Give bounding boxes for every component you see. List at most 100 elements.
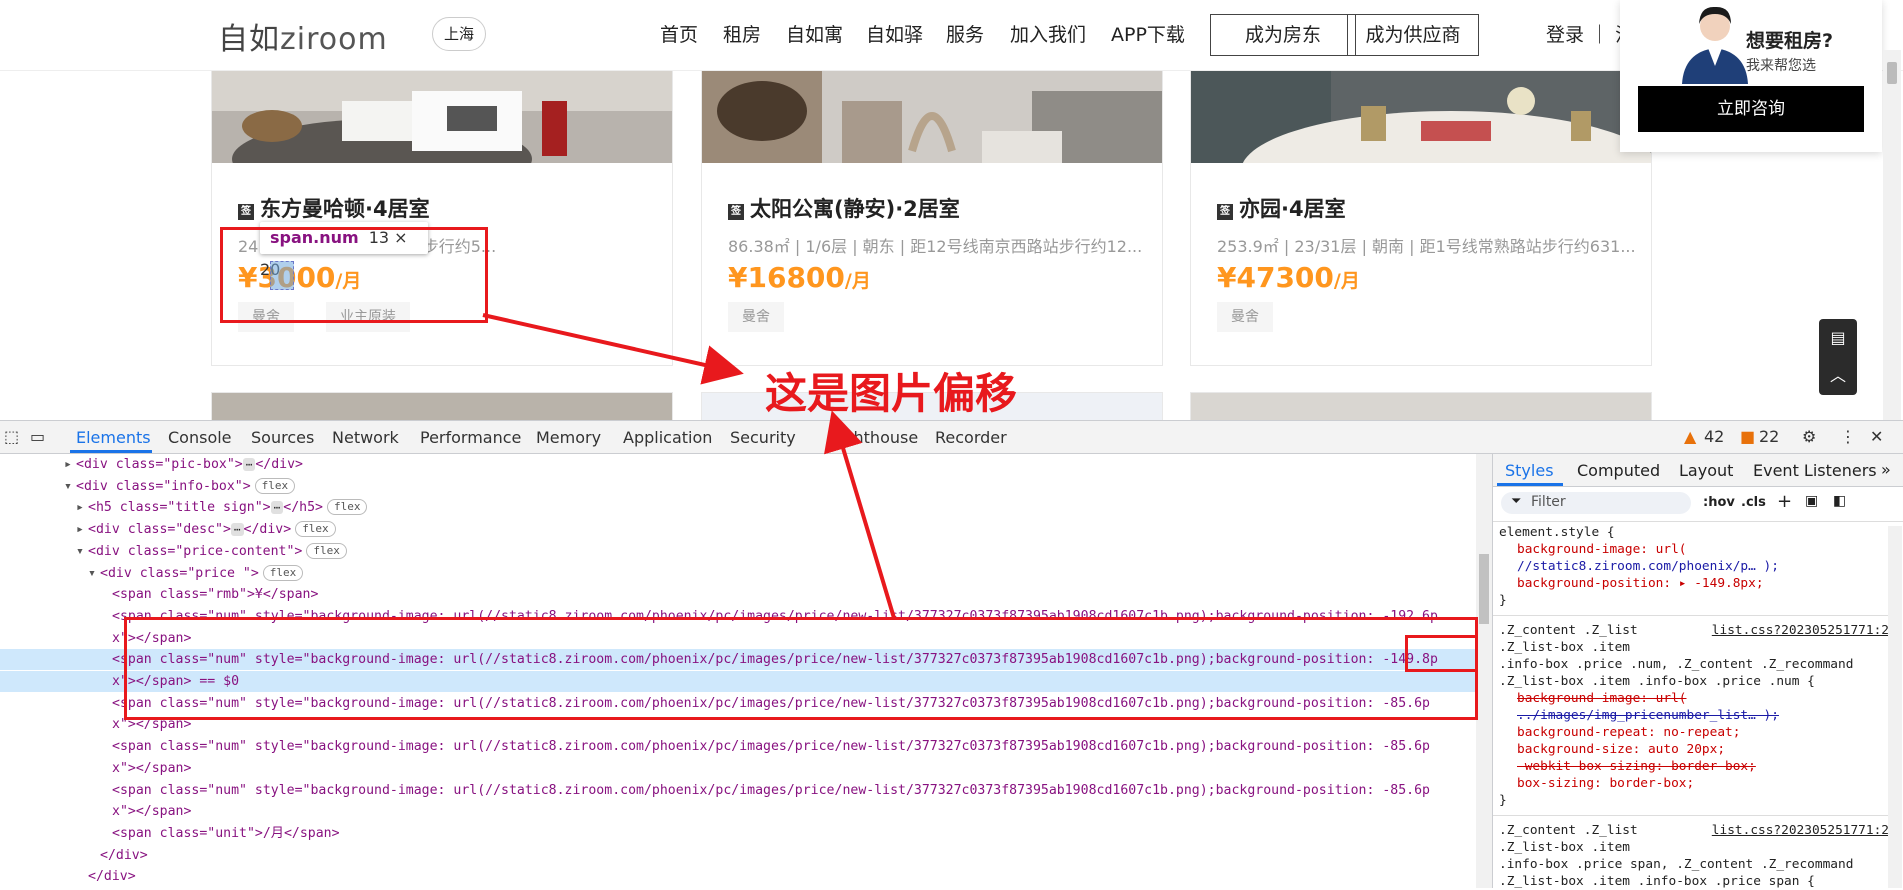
consult-now-button[interactable]: 立即咨询 [1638,86,1864,132]
rule-source-link[interactable]: list.css?202305251771:2 [1712,822,1889,839]
tab-console[interactable]: Console [168,428,232,447]
listing-photo[interactable] [1191,71,1651,163]
flex-badge[interactable]: flex [262,564,304,581]
gear-icon[interactable]: ⚙ [1802,427,1816,446]
tab-security[interactable]: Security [730,428,796,447]
flex-badge[interactable]: flex [254,477,296,494]
expand-arrow-icon[interactable]: ▾ [76,541,88,562]
styles-scrollbar[interactable] [1888,526,1902,888]
close-icon[interactable]: ✕ [1870,427,1883,446]
listing-card[interactable]: 签亦园·4居室 253.9㎡ | 23/31层 | 朝南 | 距1号线常熟路站步… [1190,70,1652,366]
expand-arrow-icon[interactable]: ▾ [64,476,76,497]
styles-filter-input[interactable]: ⏷ Filter [1501,492,1691,514]
css-property[interactable]: background-position: ▸ -149.8px; [1499,575,1889,592]
dom-node-line[interactable]: ▸ <div class="pic-box"> ⋯ </div> [0,454,1476,475]
css-property[interactable]: background-size: auto 20px; [1499,741,1889,758]
css-property[interactable]: background-image: url( [1499,541,1889,558]
listing-photo[interactable] [702,71,1162,163]
css-property[interactable]: background-image: url( [1499,690,1889,707]
tab-elements[interactable]: Elements [76,428,151,447]
expand-arrow-icon[interactable]: ▾ [88,563,100,584]
tab-event-listeners[interactable]: Event Listeners [1753,461,1877,480]
css-property[interactable]: ../images/img_pricenumber_list… ); [1499,707,1889,724]
tab-lighthouse[interactable]: Lighthouse [830,428,918,447]
rule-selector[interactable]: element.style { [1499,524,1889,541]
sidebar-toggle-icon[interactable]: ◧ [1833,493,1846,509]
css-property[interactable]: -webkit-box-sizing: border-box; [1499,758,1889,775]
listing-title[interactable]: 签太阳公寓(静安)·2居室 [728,193,960,223]
flex-badge[interactable]: flex [295,521,336,538]
paint-icon[interactable]: ▣ [1805,493,1818,509]
city-selector[interactable]: 上海 [432,17,486,51]
nav-join-us[interactable]: 加入我们 [1010,20,1086,47]
add-rule-icon[interactable]: + [1777,491,1792,512]
tab-network[interactable]: Network [332,428,399,447]
collapsed-children-icon[interactable]: ⋯ [270,501,284,515]
listing-title[interactable]: 签东方曼哈顿·4居室 [238,193,430,223]
listing-card[interactable]: 签太阳公寓(静安)·2居室 86.38㎡ | 1/6层 | 朝东 | 距12号线… [701,70,1163,366]
tab-recorder[interactable]: Recorder [935,428,1007,447]
rule-selector[interactable]: .Z_content .Z_list list.css?202305251771:… [1499,622,1889,639]
dom-node-line[interactable]: ▾ <div class="price-content"> flex [0,541,1476,562]
nav-ziroom-station[interactable]: 自如驿 [866,20,923,47]
expand-arrow-icon[interactable]: ▸ [64,454,76,475]
logo[interactable]: 自如ziroom [218,14,388,58]
flex-badge[interactable]: flex [306,542,347,559]
tab-memory[interactable]: Memory [536,428,601,447]
nav-ziroom-apartment[interactable]: 自如寓 [786,20,843,47]
rule-source-link[interactable]: list.css?202305251771:2 [1712,622,1889,639]
dom-node-line[interactable]: <span class="unit">/月</span> [0,823,1476,844]
expand-arrow-icon[interactable]: ▸ [76,497,88,518]
more-menu-icon[interactable]: ⋮ [1840,427,1856,446]
rule-selector-continued: .Z_list-box .item .info-box .price .num … [1499,674,1815,689]
flex-badge[interactable]: flex [326,499,368,516]
class-toggle[interactable]: .cls [1741,495,1766,510]
nav-home[interactable]: 首页 [660,20,698,47]
nav-rent[interactable]: 租房 [723,20,761,47]
tab-sources[interactable]: Sources [251,428,314,447]
more-tabs-icon[interactable]: » [1881,460,1891,479]
dom-node-line[interactable]: </div> [0,866,1476,887]
css-property[interactable]: //static8.ziroom.com/phoenix/p… ); [1499,558,1889,575]
rule-selector[interactable]: .Z_content .Z_list list.css?202305251771:… [1499,822,1889,839]
hover-state-toggle[interactable]: :hov [1703,495,1735,510]
dom-node-line[interactable]: <span class="num" style="background-imag… [0,736,1476,757]
tab-application[interactable]: Application [623,428,712,447]
tab-styles[interactable]: Styles [1505,461,1554,480]
tab-layout[interactable]: Layout [1679,461,1733,480]
dom-node-line[interactable]: x"></span> [0,758,1476,779]
tab-performance[interactable]: Performance [420,428,521,447]
inspect-element-icon[interactable]: ⬚ [4,427,19,446]
device-toolbar-icon[interactable]: ▭ [30,427,45,446]
back-to-top-icon[interactable]: ︿ [1819,357,1857,395]
become-landlord-button[interactable]: 成为房东 [1210,14,1356,56]
dom-node-line[interactable]: ▸ <div class="desc"> ⋯ </div> flex [0,519,1476,540]
css-property[interactable]: background-repeat: no-repeat; [1499,724,1889,741]
collapsed-children-icon[interactable]: ⋯ [242,458,256,471]
listing-title[interactable]: 签亦园·4居室 [1217,193,1346,223]
dom-node-line[interactable]: ▾ <div class="info-box"> flex [0,476,1476,497]
dom-node-line[interactable]: </div> [0,845,1476,866]
issue-icon[interactable]: ■ [1740,427,1755,446]
dom-node-line[interactable]: x"></span> [0,801,1476,822]
document-icon[interactable]: ▤ [1819,319,1857,357]
listing-card[interactable] [1190,392,1652,420]
dom-node-line[interactable]: ▾ <div class="price "> flex [0,563,1476,584]
warning-icon[interactable]: ▲ [1684,427,1696,446]
dom-node-line[interactable]: <span class="num" style="background-imag… [0,780,1476,801]
become-supplier-button[interactable]: 成为供应商 [1347,14,1479,56]
listing-card[interactable] [211,392,673,420]
nav-app-download[interactable]: APP下载 [1111,20,1185,47]
dom-node-line[interactable]: <span class="rmb">¥</span> [0,584,1476,605]
dom-node-line[interactable]: ▸ <h5 class="title sign"> ⋯ </h5> flex [0,497,1476,518]
page-scrollbar[interactable] [1883,50,1901,420]
dom-tree-scrollbar-thumb[interactable] [1479,554,1489,624]
dom-tree-scrollbar[interactable] [1476,454,1492,888]
listing-photo[interactable] [212,71,672,163]
expand-arrow-icon[interactable]: ▸ [76,519,88,540]
css-property[interactable]: box-sizing: border-box; [1499,775,1889,792]
nav-service[interactable]: 服务 [946,20,984,47]
collapsed-children-icon[interactable]: ⋯ [230,523,244,537]
page-scrollbar-thumb[interactable] [1887,62,1897,84]
tab-computed[interactable]: Computed [1577,461,1660,480]
